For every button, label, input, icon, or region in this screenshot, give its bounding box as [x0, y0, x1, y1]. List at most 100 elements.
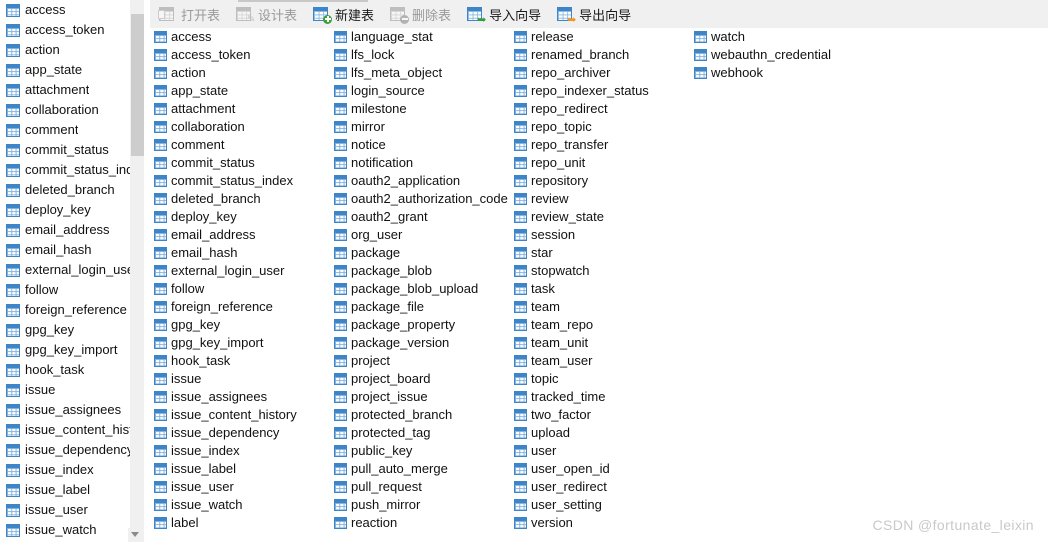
- new-table-button[interactable]: 新建表: [306, 2, 381, 26]
- table-list-item[interactable]: repo_unit: [512, 154, 692, 172]
- sidebar-item[interactable]: issue_assignees: [0, 400, 130, 420]
- sidebar-item[interactable]: deleted_branch: [0, 180, 130, 200]
- table-list-item[interactable]: comment: [152, 136, 332, 154]
- table-list-item[interactable]: user_setting: [512, 496, 692, 514]
- table-list-item[interactable]: review_state: [512, 208, 692, 226]
- sidebar-item[interactable]: external_login_user: [0, 260, 130, 280]
- sidebar-item[interactable]: gpg_key_import: [0, 340, 130, 360]
- sidebar-item[interactable]: follow: [0, 280, 130, 300]
- table-list-area[interactable]: access access_token action app_state attachm…: [150, 28, 1048, 542]
- table-list-item[interactable]: two_factor: [512, 406, 692, 424]
- table-list-item[interactable]: foreign_reference: [152, 298, 332, 316]
- sidebar-item[interactable]: email_address: [0, 220, 130, 240]
- table-list-item[interactable]: team_user: [512, 352, 692, 370]
- table-list-item[interactable]: upload: [512, 424, 692, 442]
- table-list-item[interactable]: protected_branch: [332, 406, 512, 424]
- table-list-item[interactable]: action: [152, 64, 332, 82]
- sidebar-item[interactable]: hook_task: [0, 360, 130, 380]
- table-list-item[interactable]: login_source: [332, 82, 512, 100]
- table-list-item[interactable]: version: [512, 514, 692, 532]
- table-list-item[interactable]: team_repo: [512, 316, 692, 334]
- sidebar-item[interactable]: commit_status_index: [0, 160, 130, 180]
- table-list-item[interactable]: protected_tag: [332, 424, 512, 442]
- table-list-item[interactable]: issue: [152, 370, 332, 388]
- table-list-item[interactable]: mirror: [332, 118, 512, 136]
- table-list-item[interactable]: user: [512, 442, 692, 460]
- table-list-item[interactable]: task: [512, 280, 692, 298]
- table-list-item[interactable]: watch: [692, 28, 872, 46]
- sidebar-item[interactable]: attachment: [0, 80, 130, 100]
- table-list-item[interactable]: issue_watch: [152, 496, 332, 514]
- sidebar-item[interactable]: access: [0, 0, 130, 20]
- import-wizard-button[interactable]: ➥ 导入向导: [460, 2, 548, 26]
- table-list-item[interactable]: package_version: [332, 334, 512, 352]
- table-list-item[interactable]: user_open_id: [512, 460, 692, 478]
- table-list-item[interactable]: team_unit: [512, 334, 692, 352]
- sidebar-item[interactable]: issue: [0, 380, 130, 400]
- table-list-item[interactable]: package_file: [332, 298, 512, 316]
- table-list-item[interactable]: access_token: [152, 46, 332, 64]
- table-list-item[interactable]: lfs_lock: [332, 46, 512, 64]
- sidebar-table-tree[interactable]: access access_token action app_state attachm…: [0, 0, 130, 542]
- table-list-item[interactable]: push_mirror: [332, 496, 512, 514]
- table-list-item[interactable]: oauth2_application: [332, 172, 512, 190]
- table-list-item[interactable]: oauth2_grant: [332, 208, 512, 226]
- table-list-item[interactable]: deleted_branch: [152, 190, 332, 208]
- table-list-item[interactable]: package_property: [332, 316, 512, 334]
- sidebar-item[interactable]: collaboration: [0, 100, 130, 120]
- table-list-item[interactable]: package_blob: [332, 262, 512, 280]
- table-list-item[interactable]: issue_content_history: [152, 406, 332, 424]
- sidebar-item[interactable]: email_hash: [0, 240, 130, 260]
- table-list-item[interactable]: app_state: [152, 82, 332, 100]
- table-list-item[interactable]: language_stat: [332, 28, 512, 46]
- sidebar-item[interactable]: action: [0, 40, 130, 60]
- table-list-item[interactable]: follow: [152, 280, 332, 298]
- sidebar-item[interactable]: issue_watch: [0, 520, 130, 540]
- table-list-item[interactable]: oauth2_authorization_code: [332, 190, 512, 208]
- table-list-item[interactable]: pull_auto_merge: [332, 460, 512, 478]
- table-list-item[interactable]: notification: [332, 154, 512, 172]
- table-list-item[interactable]: tracked_time: [512, 388, 692, 406]
- table-list-item[interactable]: package_blob_upload: [332, 280, 512, 298]
- table-list-item[interactable]: lfs_meta_object: [332, 64, 512, 82]
- table-list-item[interactable]: pull_request: [332, 478, 512, 496]
- table-list-item[interactable]: commit_status_index: [152, 172, 332, 190]
- table-list-item[interactable]: label: [152, 514, 332, 532]
- table-list-item[interactable]: public_key: [332, 442, 512, 460]
- sidebar-item[interactable]: gpg_key: [0, 320, 130, 340]
- table-list-item[interactable]: hook_task: [152, 352, 332, 370]
- table-list-item[interactable]: access: [152, 28, 332, 46]
- sidebar-item[interactable]: comment: [0, 120, 130, 140]
- table-list-item[interactable]: stopwatch: [512, 262, 692, 280]
- table-list-item[interactable]: commit_status: [152, 154, 332, 172]
- table-list-item[interactable]: team: [512, 298, 692, 316]
- table-list-item[interactable]: attachment: [152, 100, 332, 118]
- table-list-item[interactable]: issue_label: [152, 460, 332, 478]
- table-list-item[interactable]: user_redirect: [512, 478, 692, 496]
- table-list-item[interactable]: project_issue: [332, 388, 512, 406]
- table-list-item[interactable]: repo_topic: [512, 118, 692, 136]
- table-list-item[interactable]: issue_assignees: [152, 388, 332, 406]
- table-list-item[interactable]: webauthn_credential: [692, 46, 872, 64]
- table-list-item[interactable]: gpg_key: [152, 316, 332, 334]
- sidebar-item[interactable]: app_state: [0, 60, 130, 80]
- table-list-item[interactable]: issue_dependency: [152, 424, 332, 442]
- table-list-item[interactable]: repo_transfer: [512, 136, 692, 154]
- table-list-item[interactable]: topic: [512, 370, 692, 388]
- open-table-button[interactable]: 打开表: [152, 2, 227, 26]
- table-list-item[interactable]: email_address: [152, 226, 332, 244]
- sidebar-item[interactable]: issue_user: [0, 500, 130, 520]
- table-list-item[interactable]: milestone: [332, 100, 512, 118]
- sidebar-item[interactable]: access_token: [0, 20, 130, 40]
- table-list-item[interactable]: webhook: [692, 64, 872, 82]
- table-list-item[interactable]: gpg_key_import: [152, 334, 332, 352]
- table-list-item[interactable]: renamed_branch: [512, 46, 692, 64]
- sidebar-item[interactable]: issue_dependency: [0, 440, 130, 460]
- table-list-item[interactable]: package: [332, 244, 512, 262]
- table-list-item[interactable]: repository: [512, 172, 692, 190]
- sidebar-scrollbar-thumb[interactable]: [131, 14, 144, 156]
- delete-table-button[interactable]: 删除表: [383, 2, 458, 26]
- export-wizard-button[interactable]: ➥ 导出向导: [550, 2, 638, 26]
- sidebar-resize-grip[interactable]: [128, 528, 144, 542]
- table-list-item[interactable]: email_hash: [152, 244, 332, 262]
